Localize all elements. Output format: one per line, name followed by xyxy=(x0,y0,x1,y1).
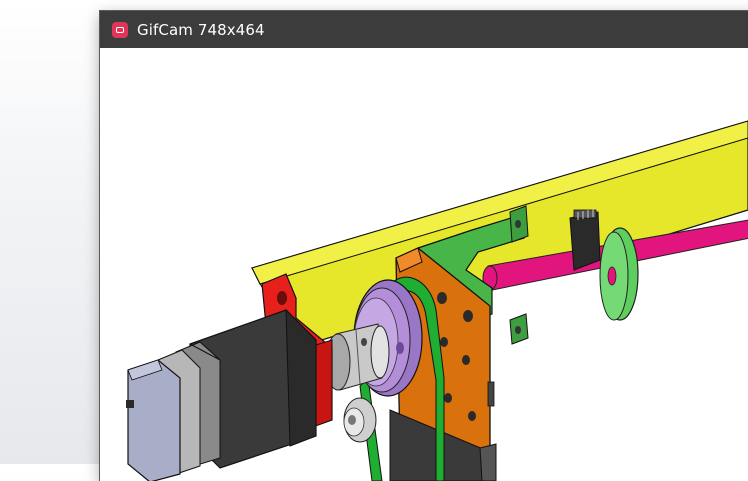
idler-bolt xyxy=(343,397,377,443)
stepper-motor xyxy=(126,308,317,481)
cad-viewport[interactable] xyxy=(100,48,748,481)
gifcam-window[interactable]: GifCam 748x464 xyxy=(100,11,748,481)
green-disk xyxy=(599,227,639,321)
cad-model xyxy=(126,120,748,481)
window-title: GifCam 748x464 xyxy=(137,20,265,39)
camera-icon xyxy=(112,21,128,38)
sensor-connector xyxy=(569,209,601,271)
window-titlebar[interactable]: GifCam 748x464 xyxy=(100,11,748,48)
